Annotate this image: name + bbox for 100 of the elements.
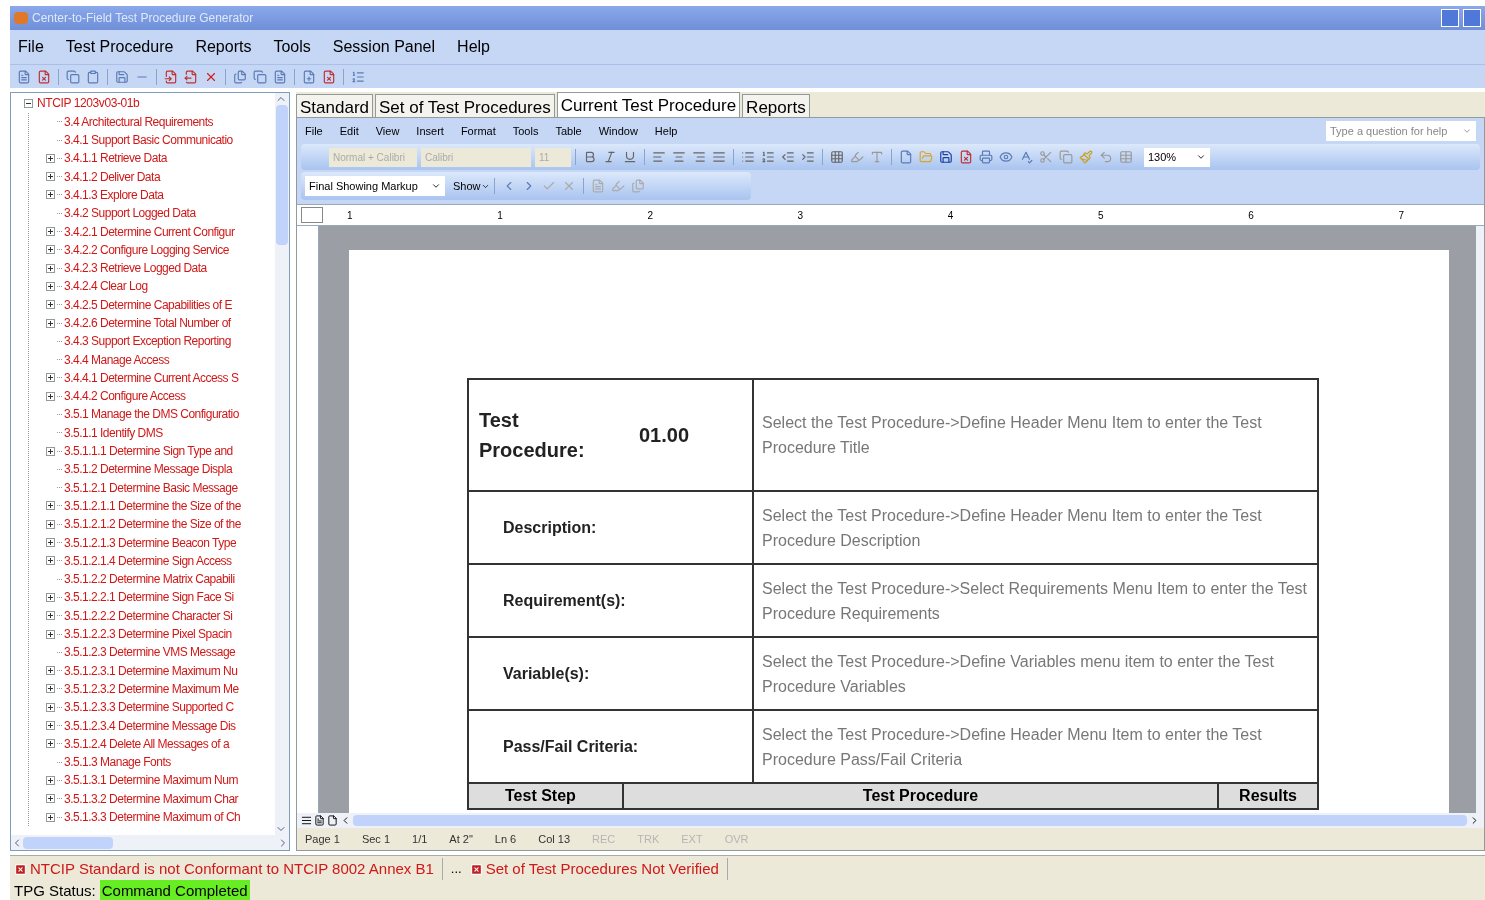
expand-icon[interactable] xyxy=(46,501,55,511)
expand-icon[interactable] xyxy=(46,300,55,310)
collapse-icon[interactable] xyxy=(24,98,33,108)
expand-icon[interactable] xyxy=(46,775,55,785)
expand-icon[interactable] xyxy=(46,794,55,804)
tree-item[interactable]: 3.5.1.1.1 Determine Sign Type and xyxy=(64,442,233,461)
tree-item[interactable]: 3.5.1.2.3.1 Determine Maximum Nu xyxy=(64,661,238,680)
print-layout-icon[interactable] xyxy=(327,815,338,826)
menu-item[interactable]: Help xyxy=(457,35,490,59)
tree-item[interactable]: 3.5.1.3.1 Determine Maximum Num xyxy=(64,771,238,790)
expand-icon[interactable] xyxy=(46,391,55,401)
expand-icon[interactable] xyxy=(46,263,55,273)
horizontal-scrollbar[interactable] xyxy=(11,835,289,850)
tree-item[interactable]: 3.5.1.2.1.3 Determine Beacon Type xyxy=(64,533,237,552)
menu-item[interactable]: Format xyxy=(460,122,496,140)
expand-icon[interactable] xyxy=(46,812,55,822)
menu-item[interactable]: Test Procedure xyxy=(65,35,174,59)
expand-icon[interactable] xyxy=(46,318,55,328)
tab[interactable]: Set of Test Procedures xyxy=(375,94,555,117)
expand-icon[interactable] xyxy=(46,556,55,566)
tree-item[interactable]: 3.4.4.1 Determine Current Access S xyxy=(64,368,239,387)
more-indicator[interactable]: ... xyxy=(450,859,462,879)
expand-icon[interactable] xyxy=(46,172,55,182)
tree-item[interactable]: 3.4.1.2 Deliver Data xyxy=(64,167,161,186)
tree-item[interactable]: 3.4.1.3 Explore Data xyxy=(64,185,164,204)
tree-item[interactable]: 3.4.4 Manage Access xyxy=(64,350,170,369)
web-layout-icon[interactable] xyxy=(314,815,325,826)
menu-item[interactable]: File xyxy=(18,35,44,59)
menu-item[interactable]: Session Panel xyxy=(332,35,436,59)
markup-dropdown[interactable]: Final Showing Markup xyxy=(305,176,445,196)
tree-item[interactable]: 3.5.1.2.3.4 Determine Message Dis xyxy=(64,716,236,735)
tree-item[interactable]: 3.4.2.3 Retrieve Logged Data xyxy=(64,259,207,278)
tree-item[interactable]: 3.5.1.2.1 Determine Basic Message xyxy=(64,478,238,497)
expand-icon[interactable] xyxy=(46,739,55,749)
expand-icon[interactable] xyxy=(46,666,55,676)
expand-icon[interactable] xyxy=(46,519,55,529)
tree-item[interactable]: 3.5.1.2.4 Delete All Messages of a xyxy=(64,734,230,753)
expand-icon[interactable] xyxy=(46,611,55,621)
tree-item[interactable]: 3.4.2.1 Determine Current Configur xyxy=(64,222,235,241)
menu-item[interactable]: Edit xyxy=(339,122,359,140)
show-menu[interactable]: Show xyxy=(453,177,490,195)
minimize-button[interactable] xyxy=(1441,9,1459,27)
horizontal-scrollbar[interactable] xyxy=(297,813,1484,828)
menu-item[interactable]: Table xyxy=(555,122,582,140)
menu-item[interactable]: Insert xyxy=(416,122,444,140)
tree-item[interactable]: 3.4.2.6 Determine Total Number of xyxy=(64,314,231,332)
tree-item[interactable]: 3.5.1.3.2 Determine Maximum Char xyxy=(64,789,239,808)
tree-item[interactable]: 3.5.1.1 Identify DMS xyxy=(64,423,163,442)
tree-item[interactable]: 3.4 Architectural Requirements xyxy=(64,112,214,131)
expand-icon[interactable] xyxy=(46,592,55,602)
scroll-thumb[interactable] xyxy=(353,815,1467,826)
tree-item[interactable]: 3.5.1.2.3.2 Determine Maximum Me xyxy=(64,679,239,698)
menu-item[interactable]: Reports xyxy=(195,35,252,59)
tree-item[interactable]: 3.4.4.2 Configure Access xyxy=(64,387,186,406)
vertical-scrollbar[interactable] xyxy=(1476,226,1484,813)
tab[interactable]: Standard xyxy=(296,94,373,117)
expand-icon[interactable] xyxy=(46,446,55,456)
tree-item[interactable]: 3.4.1.1 Retrieve Data xyxy=(64,149,167,168)
vertical-scrollbar[interactable] xyxy=(275,93,289,835)
expand-icon[interactable] xyxy=(46,190,55,200)
menu-item[interactable]: Help xyxy=(654,122,678,140)
tree-item[interactable]: 3.4.2 Support Logged Data xyxy=(64,204,196,223)
tree-item[interactable]: 3.4.2.5 Determine Capabilities of E xyxy=(64,295,232,314)
menu-item[interactable]: Window xyxy=(598,122,638,140)
expand-icon[interactable] xyxy=(46,721,55,731)
expand-icon[interactable] xyxy=(46,227,55,236)
scroll-thumb[interactable] xyxy=(23,836,113,849)
restore-button[interactable] xyxy=(1463,9,1481,27)
menu-item[interactable]: View xyxy=(375,122,400,140)
tree-item[interactable]: 3.5.1.2.1.1 Determine the Size of the xyxy=(64,496,241,515)
tree-item[interactable]: 3.4.1 Support Basic Communicatio xyxy=(64,131,233,150)
zoom-dropdown[interactable]: 130% xyxy=(1144,147,1210,167)
expand-icon[interactable] xyxy=(46,684,55,694)
tree-item[interactable]: 3.5.1.2.2 Determine Matrix Capabili xyxy=(64,570,235,589)
help-search-field[interactable]: Type a question for help xyxy=(1326,121,1476,141)
tab[interactable]: Reports xyxy=(742,94,810,117)
tree-item[interactable]: NTCIP 1203v03-01b xyxy=(37,94,140,113)
tree-item[interactable]: 3.4.3 Support Exception Reporting xyxy=(64,332,231,351)
tree-item[interactable]: 3.5.1.3 Manage Fonts xyxy=(64,753,171,772)
menu-item[interactable]: File xyxy=(305,122,323,140)
tree-item[interactable]: 3.5.1.2.3.3 Determine Supported C xyxy=(64,698,234,717)
expand-icon[interactable] xyxy=(46,245,55,255)
tree-item[interactable]: 3.4.2.4 Clear Log xyxy=(64,277,148,296)
tree-item[interactable]: 3.5.1.2.3 Determine VMS Message xyxy=(64,643,236,662)
tree-item[interactable]: 3.5.1.2.1.4 Determine Sign Access xyxy=(64,551,232,570)
tree-item[interactable]: 3.5.1 Manage the DMS Configuratio xyxy=(64,405,239,424)
tree-item[interactable]: 3.5.1.2.1.2 Determine the Size of the xyxy=(64,515,241,534)
expand-icon[interactable] xyxy=(46,702,55,712)
tree-item[interactable]: 3.5.1.2.2.1 Determine Sign Face Si xyxy=(64,588,234,607)
expand-icon[interactable] xyxy=(46,281,55,291)
tree-item[interactable]: 3.4.2.2 Configure Logging Service xyxy=(64,240,229,259)
normal-view-icon[interactable] xyxy=(301,815,312,826)
menu-item[interactable]: Tools xyxy=(512,122,539,140)
tree-item[interactable]: 3.5.1.3.3 Determine Maximum of Ch xyxy=(64,808,241,826)
menu-item[interactable]: Tools xyxy=(273,35,311,59)
tree-item[interactable]: 3.5.1.2.2.3 Determine Pixel Spacin xyxy=(64,625,232,644)
expand-icon[interactable] xyxy=(46,629,55,639)
tree-item[interactable]: 3.5.1.2 Determine Message Displa xyxy=(64,460,233,479)
expand-icon[interactable] xyxy=(46,373,55,383)
tab[interactable]: Current Test Procedure xyxy=(556,92,741,117)
